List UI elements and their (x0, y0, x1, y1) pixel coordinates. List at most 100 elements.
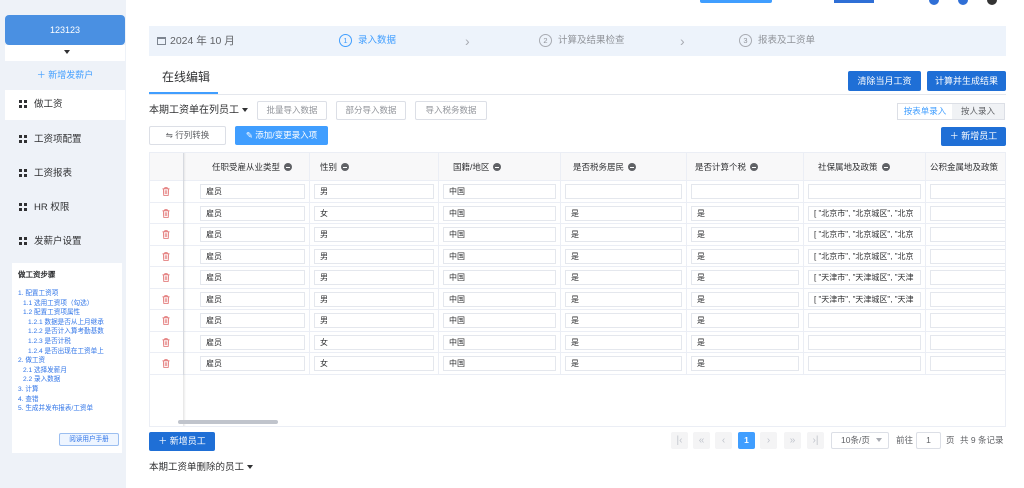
cell-input[interactable] (930, 313, 1005, 328)
step-link[interactable]: 1.2.1 数据是否从上月继承 (18, 318, 116, 328)
cell-input[interactable]: 男 (314, 184, 434, 199)
removed-employees-dropdown[interactable]: 本期工资单删除的员工 (149, 459, 254, 473)
mode-by-table[interactable]: 按表单录入 (898, 104, 952, 119)
header-avatar-icon[interactable] (929, 0, 939, 5)
cell-input[interactable] (930, 248, 1005, 264)
account-dropdown[interactable] (5, 45, 125, 61)
sidebar-item-payroll[interactable]: 做工资 (5, 90, 125, 120)
cell-input[interactable]: [ "北京市", "北京城区", "北京 (808, 205, 921, 221)
cell-input[interactable]: 女 (314, 205, 434, 221)
cell-input[interactable]: 女 (314, 334, 434, 350)
prev-fast-icon[interactable]: « (693, 432, 710, 449)
cell-input[interactable]: 雇员 (200, 248, 305, 264)
cell-input[interactable]: 是 (565, 334, 682, 350)
cell-input[interactable]: 中国 (443, 248, 556, 264)
batch-import-button[interactable]: 批量导入数据 (257, 101, 327, 120)
cell-input[interactable] (930, 227, 1005, 242)
next-fast-icon[interactable]: » (784, 432, 801, 449)
page-size-select[interactable]: 10条/页 (831, 432, 889, 449)
cell-input[interactable]: 是 (565, 227, 682, 242)
cell-input[interactable]: 是 (691, 291, 799, 307)
cell-input[interactable]: 中国 (443, 313, 556, 328)
partial-import-button[interactable]: 部分导入数据 (336, 101, 406, 120)
cell-input[interactable]: 中国 (443, 334, 556, 350)
step-link[interactable]: 1. 配置工资项 (18, 289, 116, 299)
cell-input[interactable]: 是 (565, 313, 682, 328)
cell-input[interactable] (930, 184, 1005, 199)
mode-by-person[interactable]: 按人录入 (952, 104, 1004, 119)
user-manual-button[interactable]: 阅读用户手册 (59, 433, 119, 446)
delete-icon[interactable] (162, 337, 170, 347)
tax-import-button[interactable]: 导入税务数据 (415, 101, 487, 120)
cell-input[interactable]: 是 (565, 205, 682, 221)
cell-input[interactable]: 雇员 (200, 270, 305, 285)
cell-input[interactable] (808, 313, 921, 328)
sidebar-item-reports[interactable]: 工资报表 (5, 159, 125, 189)
add-employee-bottom-button[interactable]: ＋ 新增员工 (149, 432, 215, 451)
cell-input[interactable]: 是 (691, 334, 799, 350)
page-number-current[interactable]: 1 (738, 432, 755, 449)
cell-input[interactable] (808, 334, 921, 350)
cell-input[interactable]: 是 (691, 248, 799, 264)
cell-input[interactable]: [ "天津市", "天津城区", "天津 (808, 291, 921, 307)
delete-icon[interactable] (162, 359, 170, 368)
step-link[interactable]: 1.2.4 是否出现在工资单上 (18, 347, 116, 357)
cell-input[interactable]: 男 (314, 227, 434, 242)
delete-icon[interactable] (162, 294, 170, 304)
step-link[interactable]: 1.2 配置工资项属性 (18, 308, 116, 318)
cell-input[interactable]: 男 (314, 313, 434, 328)
cell-input[interactable] (808, 184, 921, 199)
account-name[interactable]: 123123 (5, 15, 125, 45)
step-link[interactable]: 2.1 选择发薪月 (18, 366, 116, 376)
add-employee-button[interactable]: ＋ 新增员工 (941, 127, 1006, 146)
delete-icon[interactable] (162, 208, 170, 218)
cell-input[interactable]: 中国 (443, 356, 556, 371)
cell-input[interactable]: 雇员 (200, 205, 305, 221)
cell-input[interactable]: 是 (565, 248, 682, 264)
cell-input[interactable]: 是 (565, 356, 682, 371)
cell-input[interactable]: 雇员 (200, 184, 305, 199)
add-payer-button[interactable]: ＋ 新增发薪户 (5, 64, 125, 86)
cell-input[interactable]: 是 (691, 270, 799, 285)
prev-page-icon[interactable]: ‹ (715, 432, 732, 449)
step-link[interactable]: 2. 做工资 (18, 356, 116, 366)
delete-icon[interactable] (162, 316, 170, 325)
goto-page-input[interactable]: 1 (916, 432, 941, 449)
delete-icon[interactable] (162, 251, 170, 261)
step-link[interactable]: 2.2 录入数据 (18, 375, 116, 385)
cell-input[interactable]: 中国 (443, 291, 556, 307)
step-link[interactable]: 4. 查错 (18, 395, 116, 405)
cell-input[interactable]: 是 (691, 205, 799, 221)
header-button-partial[interactable] (700, 0, 772, 3)
remove-column-icon[interactable] (341, 163, 350, 171)
first-page-icon[interactable]: |‹ (671, 432, 688, 449)
cell-input[interactable]: 中国 (443, 205, 556, 221)
cell-input[interactable]: 雇员 (200, 313, 305, 328)
cell-input[interactable]: 是 (565, 270, 682, 285)
cell-input[interactable]: 男 (314, 291, 434, 307)
cell-input[interactable] (930, 334, 1005, 350)
calculate-button[interactable]: 计算并生成结果 (927, 71, 1006, 91)
delete-icon[interactable] (162, 230, 170, 239)
cell-input[interactable]: 雇员 (200, 356, 305, 371)
cell-input[interactable]: [ "北京市", "北京城区", "北京 (808, 248, 921, 264)
step-link[interactable]: 1.1 选用工资项（勾选） (18, 299, 116, 309)
tab-online-edit[interactable]: 在线编辑 (162, 68, 210, 85)
cell-input[interactable]: 男 (314, 270, 434, 285)
step-link[interactable]: 1.2.3 是否计税 (18, 337, 116, 347)
step-link[interactable]: 1.2.2 是否计入算考勤基数 (18, 327, 116, 337)
cell-input[interactable] (808, 356, 921, 371)
step-enter-data[interactable]: 1 录入数据 (339, 26, 396, 56)
remove-column-icon[interactable] (493, 163, 502, 171)
remove-column-icon[interactable] (881, 163, 890, 171)
cell-input[interactable]: 是 (691, 227, 799, 242)
horizontal-scrollbar[interactable] (178, 420, 278, 424)
last-page-icon[interactable]: ›| (807, 432, 824, 449)
remove-column-icon[interactable] (628, 163, 637, 171)
header-avatar-icon-3[interactable] (987, 0, 997, 5)
cell-input[interactable]: 女 (314, 356, 434, 371)
step-link[interactable]: 5. 生成并发布报表/工资单 (18, 404, 116, 414)
cell-input[interactable] (565, 184, 682, 199)
cell-input[interactable] (691, 184, 799, 199)
cell-input[interactable] (930, 291, 1005, 307)
